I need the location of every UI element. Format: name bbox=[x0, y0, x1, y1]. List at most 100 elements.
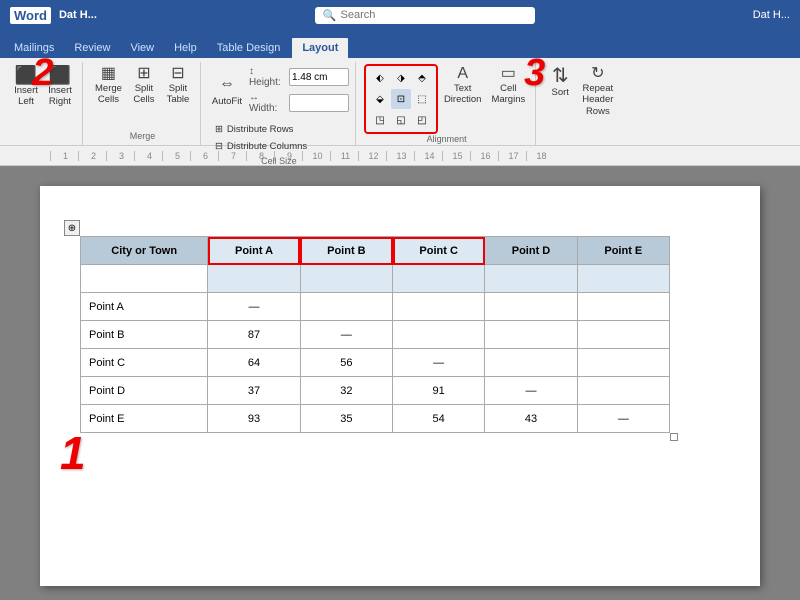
table-cell: 87 bbox=[208, 321, 300, 349]
sort-label: Sort bbox=[552, 87, 569, 98]
ruler-mark: 15 bbox=[442, 151, 470, 161]
table-row: Point B 87 — bbox=[81, 321, 670, 349]
table-cell-row-label: Point D bbox=[81, 377, 208, 405]
table-cell: — bbox=[577, 405, 669, 433]
table-row: Point C 64 56 — bbox=[81, 349, 670, 377]
align-top-center[interactable]: ⬗ bbox=[391, 68, 411, 88]
table-cell: — bbox=[300, 321, 392, 349]
ruler-mark: 17 bbox=[498, 151, 526, 161]
table-cell bbox=[393, 265, 485, 293]
repeat-header-label: RepeatHeaderRows bbox=[582, 83, 613, 117]
table-cell: — bbox=[208, 293, 300, 321]
tab-mailings[interactable]: Mailings bbox=[4, 38, 64, 58]
align-middle-right[interactable]: ⬚ bbox=[412, 89, 432, 109]
split-table-label: SplitTable bbox=[167, 83, 190, 106]
table-cell: 93 bbox=[208, 405, 300, 433]
app-icon: Word bbox=[10, 7, 51, 24]
height-input[interactable] bbox=[289, 68, 349, 86]
ruler-mark: 4 bbox=[134, 151, 162, 161]
table-cell bbox=[485, 321, 577, 349]
table-row: City or Town Point A Point B Point C Poi… bbox=[81, 237, 670, 265]
split-table-icon: ⊟ bbox=[171, 66, 184, 82]
text-direction-label: TextDirection bbox=[444, 83, 482, 106]
distribute-cols-icon: ⊟ bbox=[215, 141, 223, 152]
repeat-header-button[interactable]: ↻ RepeatHeaderRows bbox=[578, 64, 617, 119]
insert-left-button[interactable]: ⬛ InsertLeft bbox=[10, 64, 42, 110]
tab-help[interactable]: Help bbox=[164, 38, 207, 58]
align-top-left[interactable]: ⬖ bbox=[370, 68, 390, 88]
tab-layout[interactable]: Layout bbox=[290, 36, 350, 58]
insert-left-label: InsertLeft bbox=[14, 85, 38, 108]
merge-cells-label: MergeCells bbox=[95, 83, 122, 106]
alignment-grid: ⬖ ⬗ ⬘ ⬙ ⊡ ⬚ ◳ ◱ ◰ bbox=[370, 68, 432, 130]
width-label: ↔ Width: bbox=[249, 92, 285, 114]
align-bottom-left[interactable]: ◳ bbox=[370, 110, 390, 130]
table-header-point-e: Point E bbox=[577, 237, 669, 265]
table-cell bbox=[300, 265, 392, 293]
table-header-point-d: Point D bbox=[485, 237, 577, 265]
title-bar: Word Dat H... 🔍 Dat H... bbox=[0, 0, 800, 30]
distribute-rows-button[interactable]: ⊞ Distribute Rows bbox=[209, 122, 313, 137]
insert-right-button[interactable]: ⬛ InsertRight bbox=[44, 64, 76, 110]
table-cell bbox=[577, 293, 669, 321]
align-top-right[interactable]: ⬘ bbox=[412, 68, 432, 88]
split-cells-label: SplitCells bbox=[133, 83, 154, 106]
split-cells-icon: ⊞ bbox=[137, 66, 150, 82]
align-bottom-center[interactable]: ◱ bbox=[391, 110, 411, 130]
ribbon-group-merge: ▦ MergeCells ⊞ SplitCells ⊟ SplitTable M… bbox=[85, 62, 201, 145]
ribbon-group-cell-size: ⇔ AutoFit ↕ Height: ↔ Width: bbox=[203, 62, 356, 145]
insert-left-icon: ⬛ bbox=[15, 66, 37, 84]
align-middle-center[interactable]: ⊡ bbox=[391, 89, 411, 109]
distribute-cols-button[interactable]: ⊟ Distribute Columns bbox=[209, 139, 313, 154]
insert-right-icon: ⬛ bbox=[49, 66, 71, 84]
ruler-mark: 16 bbox=[470, 151, 498, 161]
merge-cells-button[interactable]: ▦ MergeCells bbox=[91, 64, 126, 108]
table-cell: 43 bbox=[485, 405, 577, 433]
table-row: Point D 37 32 91 — bbox=[81, 377, 670, 405]
table-cell-row-label: Point A bbox=[81, 293, 208, 321]
split-cells-button[interactable]: ⊞ SplitCells bbox=[128, 64, 160, 108]
ribbon-group-sort: ⇅ Sort ↻ RepeatHeaderRows bbox=[538, 62, 623, 145]
autofit-icon: ⇔ bbox=[219, 75, 235, 93]
search-input[interactable] bbox=[341, 9, 527, 21]
cell-margins-icon: ▭ bbox=[501, 66, 516, 82]
search-icon: 🔍 bbox=[323, 9, 337, 22]
align-middle-left[interactable]: ⬙ bbox=[370, 89, 390, 109]
table-row bbox=[81, 265, 670, 293]
ruler-mark: 3 bbox=[106, 151, 134, 161]
merge-group-label: Merge bbox=[130, 131, 156, 143]
table-cell bbox=[81, 265, 208, 293]
search-bar[interactable]: 🔍 bbox=[315, 7, 535, 24]
tab-review[interactable]: Review bbox=[64, 38, 120, 58]
table-resize-handle[interactable] bbox=[670, 433, 678, 441]
document-page: 1 ⊕ City or Town Point A Point B Point C… bbox=[40, 186, 760, 586]
tab-view[interactable]: View bbox=[120, 38, 164, 58]
cell-margins-button[interactable]: ▭ CellMargins bbox=[487, 64, 529, 108]
split-table-button[interactable]: ⊟ SplitTable bbox=[162, 64, 194, 108]
sort-icon: ⇅ bbox=[552, 66, 569, 86]
table-cell: 54 bbox=[393, 405, 485, 433]
table-cell: 32 bbox=[300, 377, 392, 405]
cell-margins-label: CellMargins bbox=[491, 83, 525, 106]
table-cell bbox=[393, 321, 485, 349]
width-input[interactable] bbox=[289, 94, 349, 112]
align-bottom-right[interactable]: ◰ bbox=[412, 110, 432, 130]
table-cell bbox=[485, 293, 577, 321]
ruler-mark: 2 bbox=[78, 151, 106, 161]
table-move-handle[interactable]: ⊕ bbox=[64, 220, 80, 236]
table-cell bbox=[208, 265, 300, 293]
table-cell bbox=[577, 349, 669, 377]
tab-table-design[interactable]: Table Design bbox=[207, 38, 291, 58]
insert-right-label: InsertRight bbox=[48, 85, 72, 108]
table-cell-row-label: Point C bbox=[81, 349, 208, 377]
table-cell bbox=[577, 265, 669, 293]
sort-button[interactable]: ⇅ Sort bbox=[544, 64, 576, 100]
text-direction-button[interactable]: A TextDirection bbox=[440, 64, 486, 108]
table-header-city: City or Town bbox=[81, 237, 208, 265]
ruler-mark: 14 bbox=[414, 151, 442, 161]
data-table: City or Town Point A Point B Point C Poi… bbox=[80, 236, 670, 433]
ruler-mark: 12 bbox=[358, 151, 386, 161]
table-cell-row-label: Point B bbox=[81, 321, 208, 349]
ruler-mark: 1 bbox=[50, 151, 78, 161]
autofit-button[interactable]: ⇔ AutoFit bbox=[209, 73, 245, 109]
